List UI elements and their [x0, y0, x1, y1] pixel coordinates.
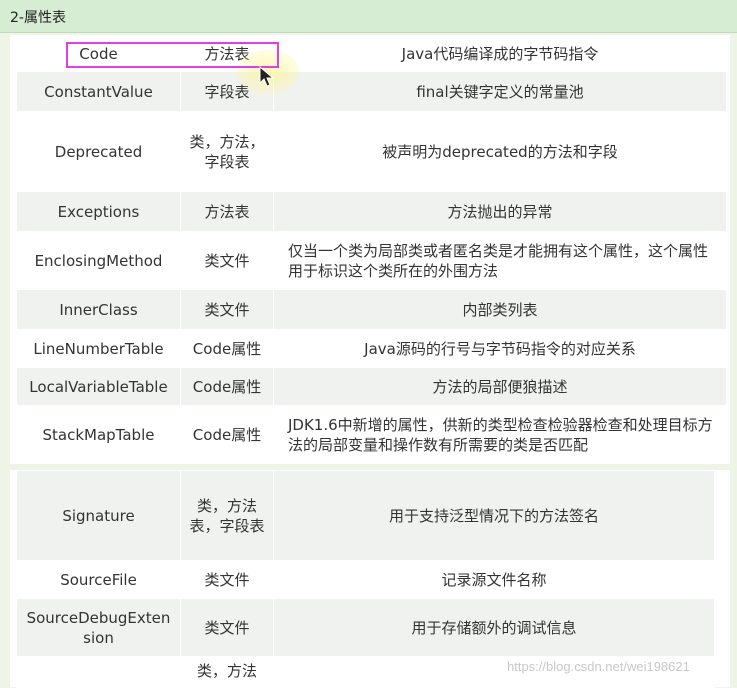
- attr-name: ConstantValue: [16, 71, 181, 112]
- attr-scope: 类文件: [180, 560, 274, 599]
- attr-scope: 类文件: [180, 289, 274, 330]
- table-row: Deprecated 类，方法，字段表 被声明为deprecated的方法和字段: [16, 111, 727, 192]
- table-row: Signature 类，方法表，字段表 用于支持泛型情况下的方法签名: [16, 470, 715, 561]
- attr-desc: 仅当一个类为局部类或者匿名类是才能拥有这个属性，这个属性用于标识这个类所在的外围…: [273, 231, 727, 290]
- selection-highlight-box: [66, 42, 279, 68]
- attr-desc: JDK1.6中新增的属性，供新的类型检查检验器检查和处理目标方法的局部变量和操作…: [273, 405, 727, 464]
- attr-scope: 类文件: [180, 231, 274, 290]
- section-title: 2-属性表: [10, 10, 66, 26]
- attr-scope: 方法表: [180, 191, 274, 232]
- attr-desc: 被声明为deprecated的方法和字段: [273, 111, 727, 192]
- table-row: LocalVariableTable Code属性 方法的局部便狼描述: [16, 367, 727, 406]
- attr-desc: 方法的局部便狼描述: [273, 367, 727, 406]
- attr-desc: 内部类列表: [273, 289, 727, 330]
- attr-desc: Java代码编译成的字节码指令: [273, 35, 727, 72]
- table-row: SourceDebugExtension 类文件 用于存储额外的调试信息: [16, 598, 715, 657]
- watermark-text: https://blog.csdn.net/wei198621: [507, 659, 690, 674]
- attribute-table-panel-2: Signature 类，方法表，字段表 用于支持泛型情况下的方法签名 Sourc…: [10, 470, 730, 688]
- attribute-table-2: Signature 类，方法表，字段表 用于支持泛型情况下的方法签名 Sourc…: [16, 470, 715, 688]
- attr-name: LocalVariableTable: [16, 367, 181, 406]
- table-row: InnerClass 类文件 内部类列表: [16, 289, 727, 330]
- table-row: StackMapTable Code属性 JDK1.6中新增的属性，供新的类型检…: [16, 405, 727, 464]
- attr-scope: 类，方法表，字段表: [180, 470, 274, 561]
- attr-name: EnclosingMethod: [16, 231, 181, 290]
- attr-name: [16, 656, 181, 688]
- attr-scope: Code属性: [180, 405, 274, 464]
- attr-name: LineNumberTable: [16, 329, 181, 368]
- attr-name: Signature: [16, 470, 181, 561]
- attr-desc: 记录源文件名称: [273, 560, 715, 599]
- attr-name: InnerClass: [16, 289, 181, 330]
- table-row: EnclosingMethod 类文件 仅当一个类为局部类或者匿名类是才能拥有这…: [16, 231, 727, 290]
- attr-name: SourceDebugExtension: [16, 598, 181, 657]
- attr-desc: 用于支持泛型情况下的方法签名: [273, 470, 715, 561]
- attribute-table-1: Code 方法表 Java代码编译成的字节码指令 ConstantValue 字…: [16, 35, 727, 464]
- attr-name: Deprecated: [16, 111, 181, 192]
- mouse-cursor-icon: [259, 66, 275, 87]
- table-row: SourceFile 类文件 记录源文件名称: [16, 560, 715, 599]
- attribute-table-panel-1: Code 方法表 Java代码编译成的字节码指令 ConstantValue 字…: [10, 35, 730, 464]
- table-row: Exceptions 方法表 方法抛出的异常: [16, 191, 727, 232]
- attr-scope: 类文件: [180, 598, 274, 657]
- attr-desc: 方法抛出的异常: [273, 191, 727, 232]
- table-row: ConstantValue 字段表 final关键字定义的常量池: [16, 71, 727, 112]
- attr-name: SourceFile: [16, 560, 181, 599]
- attr-scope: 类，方法: [180, 656, 274, 688]
- section-header: 2-属性表: [0, 0, 737, 33]
- attr-desc: final关键字定义的常量池: [273, 71, 727, 112]
- attr-name: Exceptions: [16, 191, 181, 232]
- table-row: LineNumberTable Code属性 Java源码的行号与字节码指令的对…: [16, 329, 727, 368]
- attr-desc: 用于存储额外的调试信息: [273, 598, 715, 657]
- attr-scope: 类，方法，字段表: [180, 111, 274, 192]
- attr-desc: Java源码的行号与字节码指令的对应关系: [273, 329, 727, 368]
- attr-scope: Code属性: [180, 329, 274, 368]
- attr-scope: Code属性: [180, 367, 274, 406]
- attr-name: StackMapTable: [16, 405, 181, 464]
